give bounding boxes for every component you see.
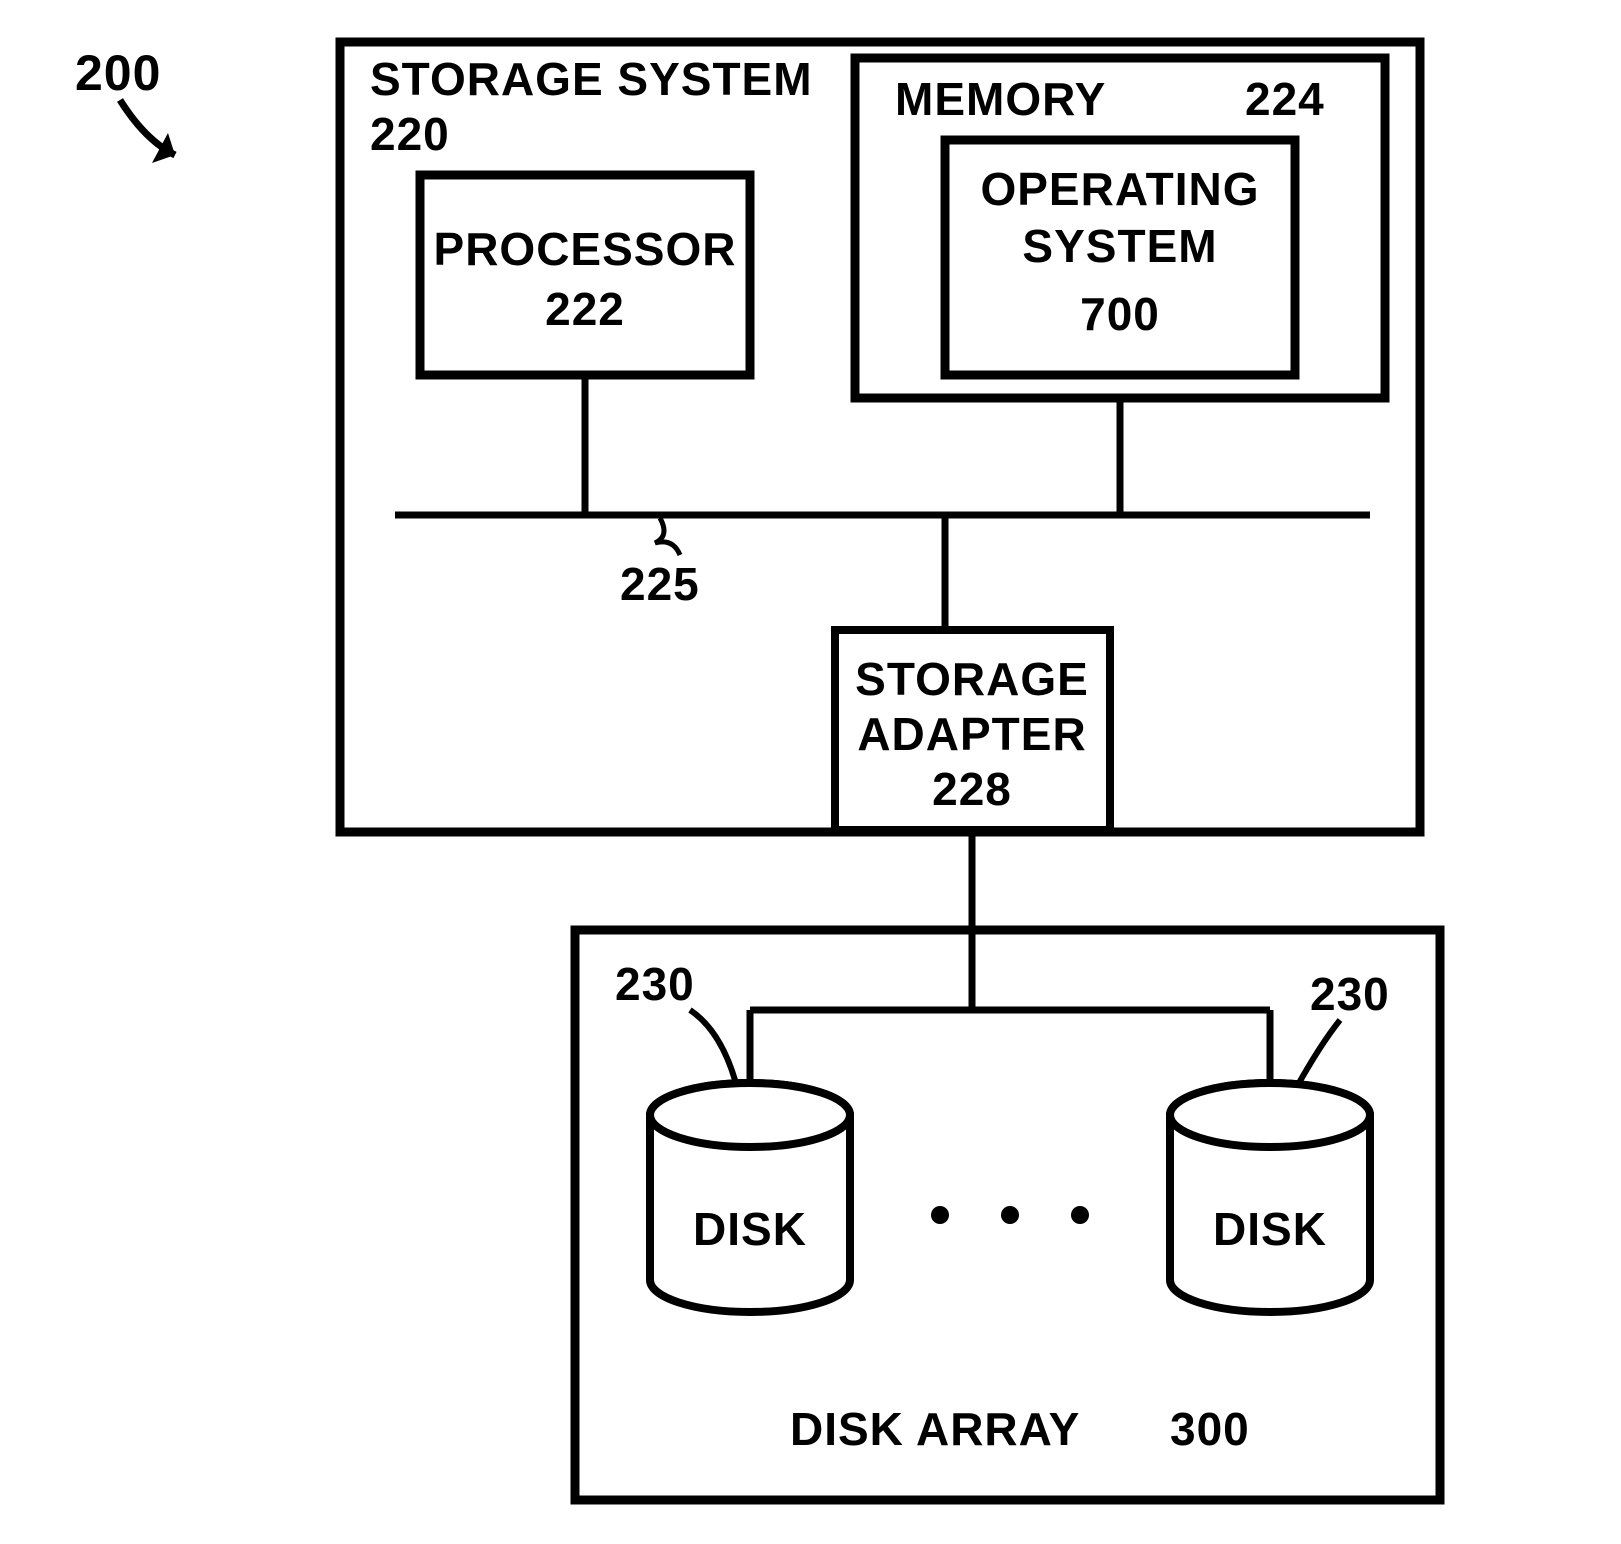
storage-adapter-title2: ADAPTER	[857, 708, 1086, 760]
disk-right-label: DISK	[1213, 1203, 1327, 1255]
figure-arrowhead	[152, 133, 175, 163]
storage-adapter-title1: STORAGE	[855, 653, 1089, 705]
diagram-canvas: 200 STORAGE SYSTEM 220 PROCESSOR 222 MEM…	[0, 0, 1621, 1544]
bus-number: 225	[620, 558, 700, 610]
disk-right: DISK	[1170, 1083, 1370, 1312]
disk-array-title: DISK ARRAY	[790, 1403, 1080, 1455]
disk-ref-right: 230	[1310, 968, 1390, 1020]
ellipsis-dot	[1001, 1206, 1019, 1224]
memory-title: MEMORY	[895, 73, 1106, 125]
bus-callout	[655, 518, 680, 555]
ellipsis-dot	[1071, 1206, 1089, 1224]
disk-ref-right-leader	[1295, 1020, 1340, 1090]
disk-ref-left-leader	[690, 1010, 735, 1080]
disk-left: DISK	[650, 1083, 850, 1312]
processor-box	[420, 175, 750, 375]
disk-left-label: DISK	[693, 1203, 807, 1255]
storage-adapter-number: 228	[932, 763, 1012, 815]
processor-number: 222	[545, 283, 625, 335]
os-number: 700	[1080, 288, 1160, 340]
memory-number: 224	[1245, 73, 1325, 125]
os-title-line1: OPERATING	[980, 163, 1259, 215]
processor-title: PROCESSOR	[434, 223, 737, 275]
os-title-line2: SYSTEM	[1022, 220, 1217, 272]
disk-ref-left: 230	[615, 958, 695, 1010]
storage-system-title: STORAGE SYSTEM	[370, 53, 813, 105]
storage-system-number: 220	[370, 108, 450, 160]
figure-number: 200	[75, 45, 161, 101]
ellipsis-dot	[931, 1206, 949, 1224]
disk-array-number: 300	[1170, 1403, 1250, 1455]
